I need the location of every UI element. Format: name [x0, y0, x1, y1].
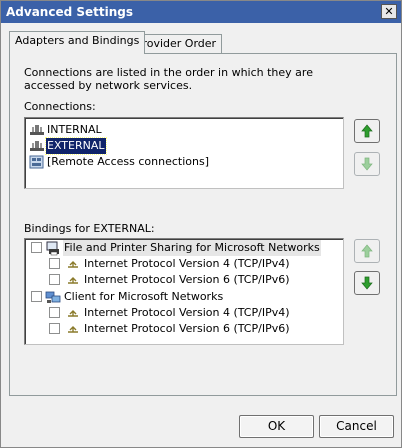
- binding-checkbox[interactable]: [31, 242, 42, 253]
- binding-checkbox[interactable]: [49, 274, 60, 285]
- network-adapter-icon: [29, 139, 45, 153]
- bindings-list[interactable]: File and Printer Sharing for Microsoft N…: [24, 238, 344, 345]
- description-text: Connections are listed in the order in w…: [24, 66, 313, 92]
- binding-label: Internet Protocol Version 6 (TCP/IPv6): [84, 273, 290, 286]
- move-binding-up-button[interactable]: [354, 239, 380, 263]
- connection-item-external[interactable]: EXTERNAL: [29, 137, 107, 155]
- tab-panel: Connections are listed in the order in w…: [9, 53, 397, 396]
- binding-item-client-ms-networks[interactable]: Client for Microsoft Networks: [29, 289, 329, 305]
- tab-label: Adapters and Bindings: [15, 34, 140, 47]
- binding-label: Client for Microsoft Networks: [64, 290, 224, 303]
- tab-adapters-and-bindings[interactable]: Adapters and Bindings: [9, 31, 146, 54]
- connection-label: INTERNAL: [47, 123, 102, 136]
- tab-label: Provider Order: [136, 37, 217, 50]
- binding-label: Internet Protocol Version 6 (TCP/IPv6): [84, 322, 290, 335]
- binding-item-ipv4[interactable]: Internet Protocol Version 4 (TCP/IPv4): [29, 305, 329, 321]
- network-client-icon: [45, 289, 61, 305]
- ok-button[interactable]: OK: [239, 415, 314, 438]
- close-button[interactable]: ✕: [381, 4, 397, 19]
- move-connection-up-button[interactable]: [354, 119, 380, 143]
- binding-label: Internet Protocol Version 4 (TCP/IPv4): [84, 306, 290, 319]
- bindings-label: Bindings for EXTERNAL:: [24, 222, 155, 235]
- up-arrow-icon: [361, 124, 373, 138]
- connections-label: Connections:: [24, 100, 96, 113]
- protocol-icon: [65, 256, 81, 272]
- move-connection-down-button[interactable]: [354, 152, 380, 176]
- window-title: Advanced Settings: [6, 5, 134, 19]
- up-arrow-icon: [361, 244, 373, 258]
- binding-checkbox[interactable]: [31, 291, 42, 302]
- advanced-settings-window: Advanced Settings ✕ Adapters and Binding…: [0, 0, 402, 448]
- binding-label: File and Printer Sharing for Microsoft N…: [63, 240, 321, 256]
- connection-label: EXTERNAL: [45, 137, 107, 155]
- file-printer-sharing-icon: [45, 240, 61, 256]
- binding-item-file-printer-sharing[interactable]: File and Printer Sharing for Microsoft N…: [29, 240, 329, 256]
- cancel-button[interactable]: Cancel: [319, 415, 394, 438]
- connections-list[interactable]: INTERNAL EXTERNAL [Remote Access connect…: [24, 117, 344, 189]
- binding-checkbox[interactable]: [49, 258, 60, 269]
- connection-label: [Remote Access connections]: [47, 155, 210, 168]
- binding-checkbox[interactable]: [49, 307, 60, 318]
- binding-item-ipv4[interactable]: Internet Protocol Version 4 (TCP/IPv4): [29, 256, 329, 272]
- binding-label: Internet Protocol Version 4 (TCP/IPv4): [84, 257, 290, 270]
- protocol-icon: [65, 305, 81, 321]
- binding-item-ipv6[interactable]: Internet Protocol Version 6 (TCP/IPv6): [29, 321, 329, 337]
- binding-item-ipv6[interactable]: Internet Protocol Version 6 (TCP/IPv6): [29, 272, 329, 288]
- title-bar: Advanced Settings ✕: [1, 1, 401, 23]
- binding-checkbox[interactable]: [49, 323, 60, 334]
- move-binding-down-button[interactable]: [354, 271, 380, 295]
- down-arrow-icon: [361, 157, 373, 171]
- network-adapter-icon: [29, 123, 45, 137]
- protocol-icon: [65, 272, 81, 288]
- protocol-icon: [65, 321, 81, 337]
- remote-access-icon: [29, 155, 45, 169]
- down-arrow-icon: [361, 276, 373, 290]
- connection-item-remote-access[interactable]: [Remote Access connections]: [29, 154, 210, 170]
- connection-item-internal[interactable]: INTERNAL: [29, 122, 103, 138]
